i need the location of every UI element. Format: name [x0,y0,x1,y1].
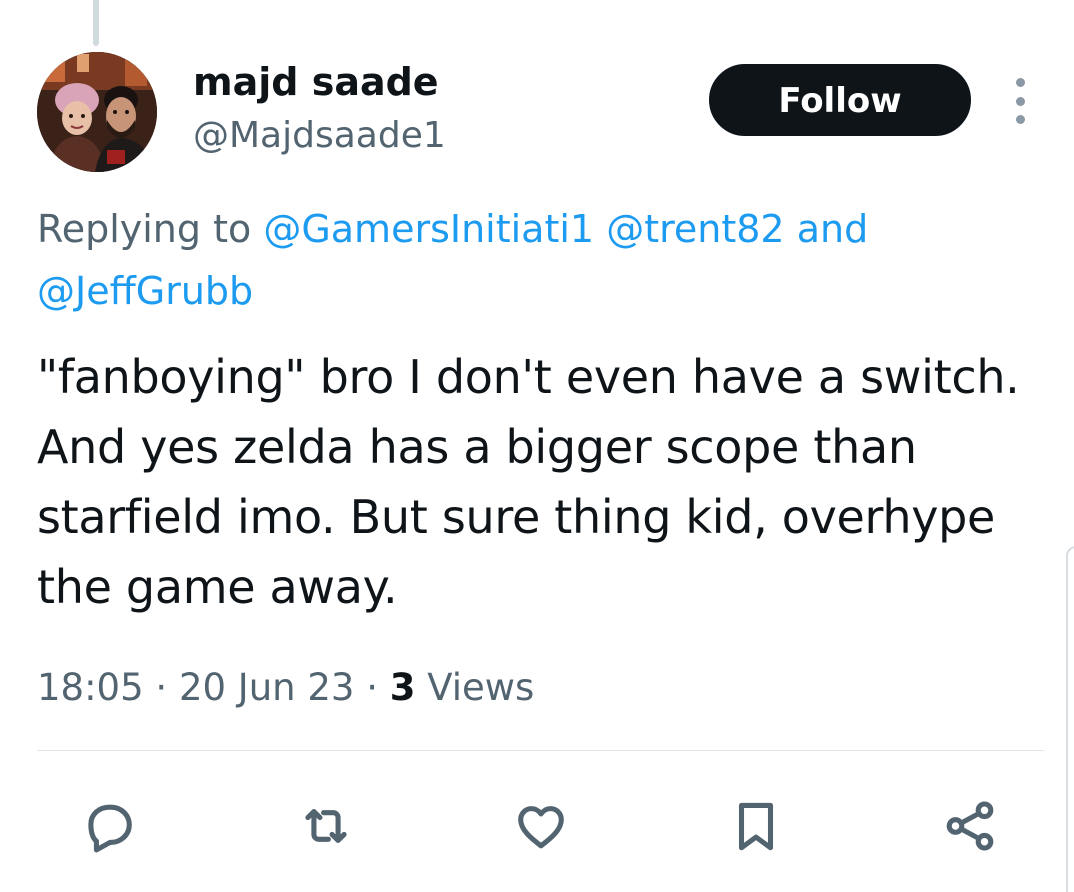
divider [37,750,1044,751]
reply-button[interactable] [79,796,139,856]
follow-button[interactable]: Follow [709,64,971,136]
more-dot [1015,96,1025,106]
replying-to-label: Replying to [37,207,252,251]
share-icon [946,801,994,851]
more-dot [1015,78,1025,87]
tweet-text: "fanboying" bro I don't even have a swit… [37,350,1020,614]
thread-connector-line [93,0,99,46]
author-handle[interactable]: @Majdsaade1 [193,112,446,160]
more-vertical-icon[interactable] [1005,78,1035,124]
bookmark-button[interactable] [726,796,786,856]
retweet-button[interactable] [296,796,356,856]
tweet-date[interactable]: 20 Jun 23 [179,666,355,709]
views-label: Views [427,666,535,709]
tweet-metadata: 18:05 · 20 Jun 23 · 3 Views [37,660,534,716]
views-count: 3 [389,666,416,709]
like-icon [518,806,564,849]
reply-context: Replying to @GamersInitiati1 @trent82 an… [37,198,997,322]
avatar[interactable] [37,52,157,172]
more-dot [1015,115,1025,124]
mention-link[interactable]: @trent82 [606,207,784,251]
share-button[interactable] [940,796,1000,856]
author-display-name[interactable]: majd saade [193,58,439,106]
mention-link[interactable]: @JeffGrubb [37,269,253,313]
reply-icon [88,804,132,853]
avatar-photo [37,52,157,172]
meta-separator: · [366,666,378,709]
mention-link[interactable]: @GamersInitiati1 [263,207,594,251]
meta-separator: · [155,666,168,709]
bookmark-icon [738,802,774,851]
tweet-time[interactable]: 18:05 [37,666,144,709]
retweet-icon [305,808,347,844]
like-button[interactable] [511,796,571,856]
mentions-joiner[interactable]: and [797,207,869,251]
adjacent-card-edge [1066,546,1074,892]
